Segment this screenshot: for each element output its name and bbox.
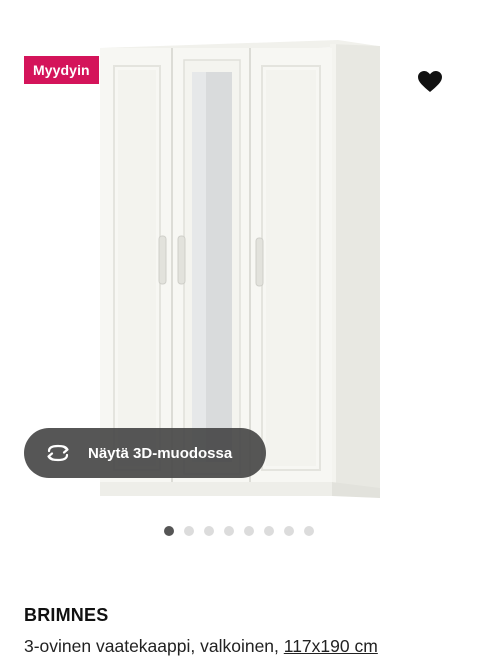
gallery-dot[interactable]: [264, 526, 274, 536]
gallery-dot[interactable]: [184, 526, 194, 536]
gallery-pagination: [164, 526, 314, 536]
view-3d-button[interactable]: Näytä 3D-muodossa: [24, 428, 266, 478]
heart-icon: [418, 71, 442, 92]
product-description-text: 3-ovinen vaatekaappi, valkoinen,: [24, 636, 284, 656]
favorite-button[interactable]: [414, 66, 446, 98]
gallery-dot[interactable]: [204, 526, 214, 536]
bestseller-badge: Myydyin: [24, 56, 99, 84]
gallery-dot[interactable]: [164, 526, 174, 536]
size-link[interactable]: 117x190 cm: [284, 636, 378, 656]
rotate-3d-icon: [44, 442, 76, 464]
product-description: 3-ovinen vaatekaappi, valkoinen, 117x190…: [24, 636, 378, 657]
gallery-dot[interactable]: [284, 526, 294, 536]
product-image[interactable]: Myydyin Näytä 3D-muodossa: [0, 0, 480, 505]
gallery-dot[interactable]: [244, 526, 254, 536]
view-3d-label: Näytä 3D-muodossa: [88, 444, 233, 462]
gallery-dot[interactable]: [224, 526, 234, 536]
gallery-dot[interactable]: [304, 526, 314, 536]
product-name: BRIMNES: [24, 605, 109, 625]
